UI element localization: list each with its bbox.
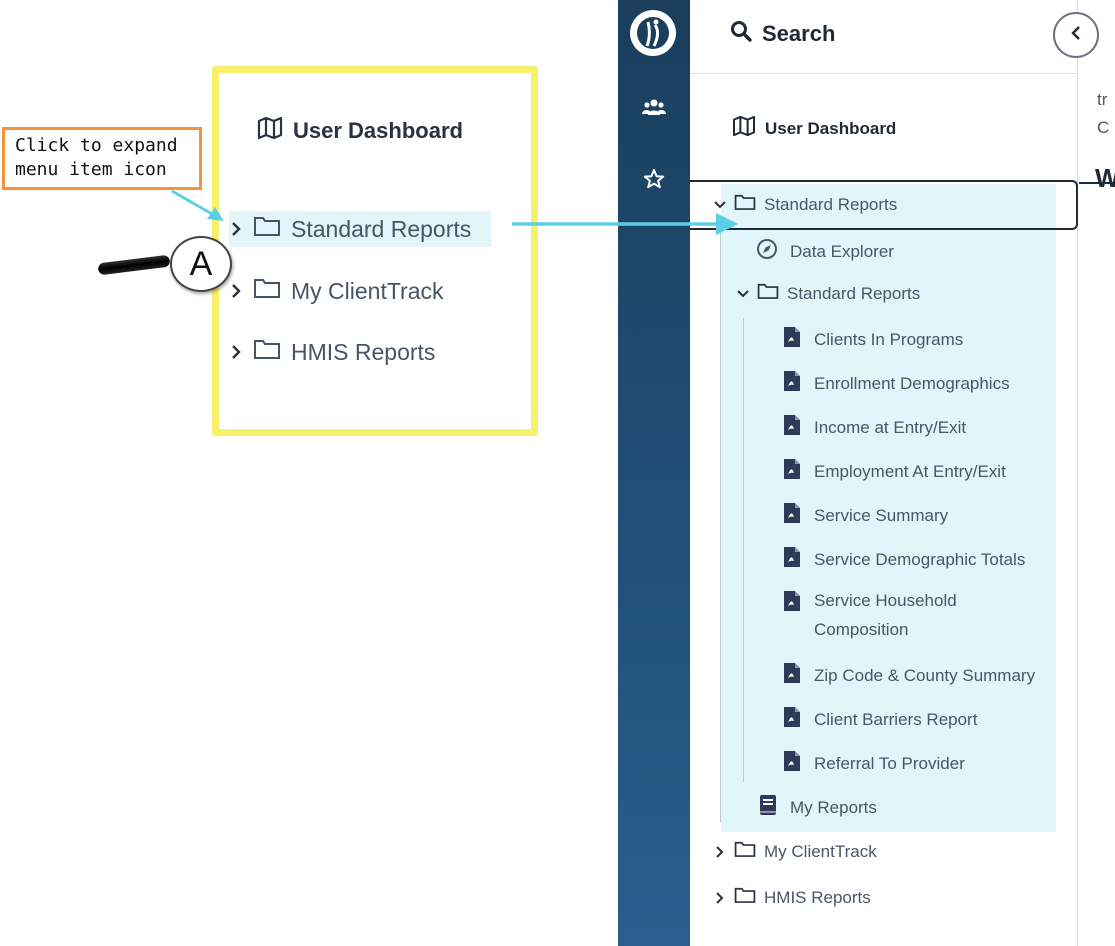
pdf-file-icon xyxy=(782,750,802,777)
chevron-right-icon[interactable] xyxy=(714,891,726,904)
callout-line-2: menu item icon xyxy=(15,159,167,180)
tree-item-label: Composition xyxy=(814,620,909,639)
chevron-down-icon[interactable] xyxy=(714,200,726,209)
tree-item-data-explorer[interactable]: Data Explorer xyxy=(756,238,894,265)
user-dashboard-label: User Dashboard xyxy=(765,118,897,138)
report-income-entry-exit[interactable]: Income at Entry/Exit xyxy=(782,414,966,441)
content-divider xyxy=(1079,182,1115,184)
pdf-file-icon xyxy=(782,662,802,689)
tree-item-label: Service Summary xyxy=(814,505,949,525)
magnifier-handle xyxy=(97,254,171,276)
tree-item-label: HMIS Reports xyxy=(764,887,871,907)
pdf-file-icon xyxy=(782,326,802,353)
book-icon xyxy=(758,794,778,821)
search-row: Search xyxy=(690,0,1078,74)
pdf-file-icon xyxy=(782,546,802,573)
pdf-file-icon xyxy=(782,414,802,441)
pdf-file-icon xyxy=(782,502,802,529)
tree-item-label: Enrollment Demographics xyxy=(814,373,1010,393)
pdf-file-icon xyxy=(782,590,802,617)
zoom-item-label: My ClientTrack xyxy=(291,277,444,304)
report-service-household-composition[interactable]: Service Household Composition xyxy=(782,590,957,644)
zoom-dashboard-title: User Dashboard xyxy=(257,116,463,145)
tree-item-hmis-reports[interactable]: HMIS Reports xyxy=(714,886,871,909)
zoom-dashboard-label: User Dashboard xyxy=(293,118,463,143)
map-icon xyxy=(732,115,756,141)
tree-item-standard-reports-root[interactable]: Standard Reports xyxy=(714,193,897,216)
folder-icon xyxy=(734,886,756,909)
pdf-file-icon xyxy=(782,370,802,397)
zoomed-menu-frame: User Dashboard Standard Reports My Clien… xyxy=(212,66,538,436)
compass-icon xyxy=(756,238,778,265)
map-icon xyxy=(257,116,283,145)
tree-item-label: Data Explorer xyxy=(790,241,894,261)
zoom-item-label: HMIS Reports xyxy=(291,338,436,365)
tree-guide-line xyxy=(743,318,744,782)
zoom-item-label: Standard Reports xyxy=(291,215,472,242)
chevron-right-icon[interactable] xyxy=(229,284,243,298)
people-icon[interactable] xyxy=(639,92,669,122)
report-clients-in-programs[interactable]: Clients In Programs xyxy=(782,326,963,353)
main-content-clipped: tr C W xyxy=(1079,0,1115,946)
tree-item-label: Zip Code & County Summary xyxy=(814,665,1036,685)
step-marker-label: A xyxy=(189,244,213,283)
report-referral-to-provider[interactable]: Referral To Provider xyxy=(782,750,965,777)
tree-item-label: Employment At Entry/Exit xyxy=(814,461,1006,481)
chevron-down-icon[interactable] xyxy=(737,289,749,298)
tree-item-label: Referral To Provider xyxy=(814,753,965,773)
report-service-demographic-totals[interactable]: Service Demographic Totals xyxy=(782,546,1025,573)
search-label: Search xyxy=(762,21,836,46)
folder-icon xyxy=(253,338,281,366)
chevron-right-icon[interactable] xyxy=(714,845,726,858)
folder-icon xyxy=(734,840,756,863)
pdf-file-icon xyxy=(782,458,802,485)
zoom-item-standard-reports[interactable]: Standard Reports xyxy=(229,211,492,247)
folder-icon xyxy=(253,277,281,305)
report-enrollment-demographics[interactable]: Enrollment Demographics xyxy=(782,370,1010,397)
tree-item-label: Service Household xyxy=(814,591,957,610)
folder-icon xyxy=(253,215,281,243)
tree-guide-line xyxy=(720,230,721,822)
star-icon[interactable] xyxy=(639,164,669,194)
chevron-right-icon[interactable] xyxy=(229,345,243,359)
tree-item-label: My Reports xyxy=(790,797,877,817)
content-fragment: C xyxy=(1097,118,1110,137)
search-icon xyxy=(730,20,752,48)
zoom-item-my-clienttrack[interactable]: My ClientTrack xyxy=(229,273,464,309)
report-client-barriers[interactable]: Client Barriers Report xyxy=(782,706,977,733)
tree-item-standard-reports-folder[interactable]: Standard Reports xyxy=(737,282,920,305)
app-logo[interactable] xyxy=(630,10,676,56)
content-heading-fragment: W xyxy=(1095,163,1115,193)
user-dashboard-link[interactable]: User Dashboard xyxy=(732,115,897,141)
icon-rail xyxy=(618,0,690,946)
search-button[interactable]: Search xyxy=(730,20,835,48)
tree-item-label: My ClientTrack xyxy=(764,841,877,861)
tree-item-label: Client Barriers Report xyxy=(814,709,978,729)
zoom-item-hmis-reports[interactable]: HMIS Reports xyxy=(229,334,455,370)
folder-icon xyxy=(734,193,756,216)
pdf-file-icon xyxy=(782,706,802,733)
tree-item-my-reports[interactable]: My Reports xyxy=(758,794,877,821)
content-fragment: tr xyxy=(1097,90,1108,109)
tree-item-my-clienttrack[interactable]: My ClientTrack xyxy=(714,840,877,863)
tree-item-label: Standard Reports xyxy=(787,283,921,303)
tree-item-label: Income at Entry/Exit xyxy=(814,417,967,437)
folder-icon xyxy=(757,282,779,305)
tree-item-label: Clients In Programs xyxy=(814,329,964,349)
report-zip-code-county-summary[interactable]: Zip Code & County Summary xyxy=(782,662,1035,689)
report-service-summary[interactable]: Service Summary xyxy=(782,502,948,529)
tree-item-label: Service Demographic Totals xyxy=(814,549,1026,569)
chevron-right-icon[interactable] xyxy=(229,222,243,236)
tree-item-label-wrap: Service Household Composition xyxy=(814,586,957,644)
callout-line-1: Click to expand xyxy=(15,135,178,156)
step-marker: A xyxy=(170,236,232,292)
callout-box: Click to expand menu item icon xyxy=(2,127,202,190)
tree-item-label: Standard Reports xyxy=(764,194,898,214)
report-employment-entry-exit[interactable]: Employment At Entry/Exit xyxy=(782,458,1006,485)
